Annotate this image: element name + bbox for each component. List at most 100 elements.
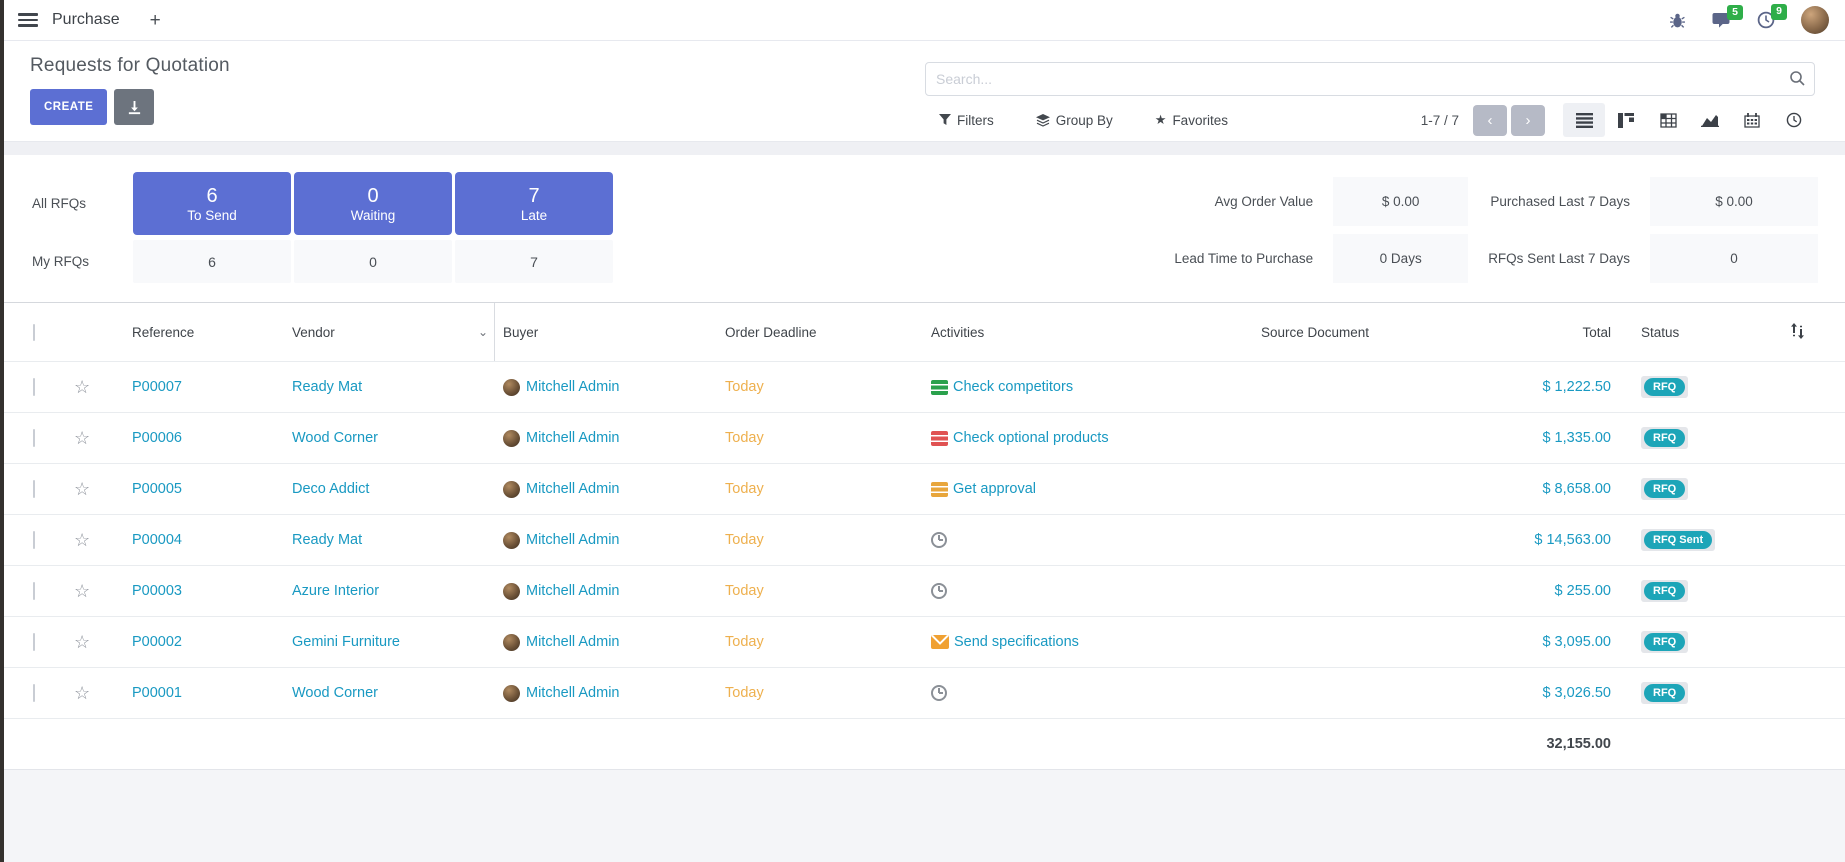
favorite-star-icon[interactable]: ☆: [74, 581, 90, 601]
vendor-link[interactable]: Gemini Furniture: [292, 634, 400, 650]
activity-label[interactable]: Get approval: [953, 481, 1036, 497]
favorite-star-icon[interactable]: ☆: [74, 479, 90, 499]
activity-label[interactable]: Check competitors: [953, 379, 1073, 395]
header-source-document[interactable]: Source Document: [1253, 325, 1501, 340]
header-status[interactable]: Status: [1611, 325, 1761, 340]
buyer-avatar: [503, 430, 520, 447]
reference-link[interactable]: P00005: [132, 481, 182, 497]
activity-todo-icon[interactable]: [931, 380, 948, 395]
activity-todo-icon[interactable]: [931, 482, 948, 497]
buyer-link[interactable]: Mitchell Admin: [526, 430, 619, 446]
schedule-activity-clock-icon[interactable]: [931, 532, 947, 548]
vendor-link[interactable]: Azure Interior: [292, 583, 379, 599]
vendor-link[interactable]: Wood Corner: [292, 430, 378, 446]
create-button[interactable]: CREATE: [30, 89, 107, 125]
activities-clock-icon[interactable]: 9: [1757, 11, 1775, 29]
table-row[interactable]: ☆ P00003 Azure Interior Mitchell Admin T…: [0, 565, 1845, 616]
vendor-link[interactable]: Ready Mat: [292, 379, 362, 395]
rfqs-sent-last-7-days-label: RFQs Sent Last 7 Days: [1488, 251, 1630, 266]
schedule-activity-clock-icon[interactable]: [931, 583, 947, 599]
filters-button[interactable]: Filters: [939, 112, 994, 128]
group-by-button[interactable]: Group By: [1036, 112, 1113, 128]
row-checkbox[interactable]: [33, 429, 35, 447]
search-icon[interactable]: [1789, 70, 1806, 92]
lead-time-value: 0 Days: [1333, 234, 1468, 283]
reference-link[interactable]: P00003: [132, 583, 182, 599]
vendor-link[interactable]: Deco Addict: [292, 481, 369, 497]
row-checkbox[interactable]: [33, 378, 35, 396]
table-row[interactable]: ☆ P00001 Wood Corner Mitchell Admin Toda…: [0, 667, 1845, 718]
activity-view-icon[interactable]: [1773, 103, 1815, 137]
grand-total: 32,155.00: [1501, 736, 1611, 752]
my-waiting-cell[interactable]: 0: [294, 240, 452, 283]
header-vendor[interactable]: Vendor ⌄: [284, 303, 495, 361]
favorite-star-icon[interactable]: ☆: [74, 428, 90, 448]
activity-label[interactable]: Check optional products: [953, 430, 1109, 446]
favorite-star-icon[interactable]: ☆: [74, 377, 90, 397]
app-name[interactable]: Purchase: [52, 11, 120, 29]
header-buyer[interactable]: Buyer: [495, 325, 717, 340]
kanban-view-icon[interactable]: [1605, 103, 1647, 137]
kpi-late-card[interactable]: 7 Late: [455, 172, 613, 235]
window-left-edge: [0, 0, 4, 862]
select-all-checkbox[interactable]: [33, 324, 35, 341]
list-view-icon[interactable]: [1563, 103, 1605, 137]
reference-link[interactable]: P00006: [132, 430, 182, 446]
apps-menu-icon[interactable]: [18, 13, 38, 27]
calendar-view-icon[interactable]: [1731, 103, 1773, 137]
table-header-row: Reference Vendor ⌄ Buyer Order Deadline …: [0, 303, 1845, 361]
row-checkbox[interactable]: [33, 531, 35, 549]
messages-icon[interactable]: 5: [1712, 12, 1731, 29]
activity-todo-icon[interactable]: [931, 431, 948, 446]
buyer-link[interactable]: Mitchell Admin: [526, 481, 619, 497]
new-tab-plus-icon[interactable]: +: [150, 11, 161, 30]
adjust-columns-icon[interactable]: [1790, 323, 1805, 342]
pivot-view-icon[interactable]: [1647, 103, 1689, 137]
buyer-link[interactable]: Mitchell Admin: [526, 583, 619, 599]
header-order-deadline[interactable]: Order Deadline: [717, 325, 923, 340]
row-checkbox[interactable]: [33, 633, 35, 651]
pager-next-button[interactable]: ›: [1511, 105, 1545, 136]
pager-previous-button[interactable]: ‹: [1473, 105, 1507, 136]
table-row[interactable]: ☆ P00007 Ready Mat Mitchell Admin Today …: [0, 361, 1845, 412]
debug-bug-icon[interactable]: [1669, 12, 1686, 29]
table-row[interactable]: ☆ P00005 Deco Addict Mitchell Admin Toda…: [0, 463, 1845, 514]
my-late-cell[interactable]: 7: [455, 240, 613, 283]
activity-email-icon[interactable]: [931, 635, 949, 649]
avg-order-value: $ 0.00: [1333, 177, 1468, 226]
kpi-to-send-card[interactable]: 6 To Send: [133, 172, 291, 235]
favorite-star-icon[interactable]: ☆: [74, 683, 90, 703]
table-row[interactable]: ☆ P00006 Wood Corner Mitchell Admin Toda…: [0, 412, 1845, 463]
favorite-star-icon[interactable]: ☆: [74, 632, 90, 652]
table-row[interactable]: ☆ P00002 Gemini Furniture Mitchell Admin…: [0, 616, 1845, 667]
header-total[interactable]: Total: [1501, 325, 1611, 340]
buyer-link[interactable]: Mitchell Admin: [526, 685, 619, 701]
activity-label[interactable]: Send specifications: [954, 634, 1079, 650]
my-to-send-cell[interactable]: 6: [133, 240, 291, 283]
buyer-link[interactable]: Mitchell Admin: [526, 634, 619, 650]
reference-link[interactable]: P00002: [132, 634, 182, 650]
reference-link[interactable]: P00004: [132, 532, 182, 548]
export-button[interactable]: [114, 89, 154, 125]
graph-view-icon[interactable]: [1689, 103, 1731, 137]
header-reference[interactable]: Reference: [116, 325, 284, 340]
reference-link[interactable]: P00001: [132, 685, 182, 701]
vendor-link[interactable]: Ready Mat: [292, 532, 362, 548]
user-avatar[interactable]: [1801, 6, 1829, 34]
vendor-link[interactable]: Wood Corner: [292, 685, 378, 701]
row-checkbox[interactable]: [33, 684, 35, 702]
status-badge: RFQ: [1644, 633, 1685, 651]
row-checkbox[interactable]: [33, 480, 35, 498]
favorites-button[interactable]: ★ Favorites: [1155, 112, 1228, 128]
buyer-link[interactable]: Mitchell Admin: [526, 532, 619, 548]
schedule-activity-clock-icon[interactable]: [931, 685, 947, 701]
search-input[interactable]: [925, 62, 1815, 96]
purchased-last-7-days: $ 0.00: [1650, 177, 1818, 226]
table-row[interactable]: ☆ P00004 Ready Mat Mitchell Admin Today …: [0, 514, 1845, 565]
header-activities[interactable]: Activities: [923, 325, 1253, 340]
reference-link[interactable]: P00007: [132, 379, 182, 395]
kpi-waiting-card[interactable]: 0 Waiting: [294, 172, 452, 235]
buyer-link[interactable]: Mitchell Admin: [526, 379, 619, 395]
favorite-star-icon[interactable]: ☆: [74, 530, 90, 550]
row-checkbox[interactable]: [33, 582, 35, 600]
